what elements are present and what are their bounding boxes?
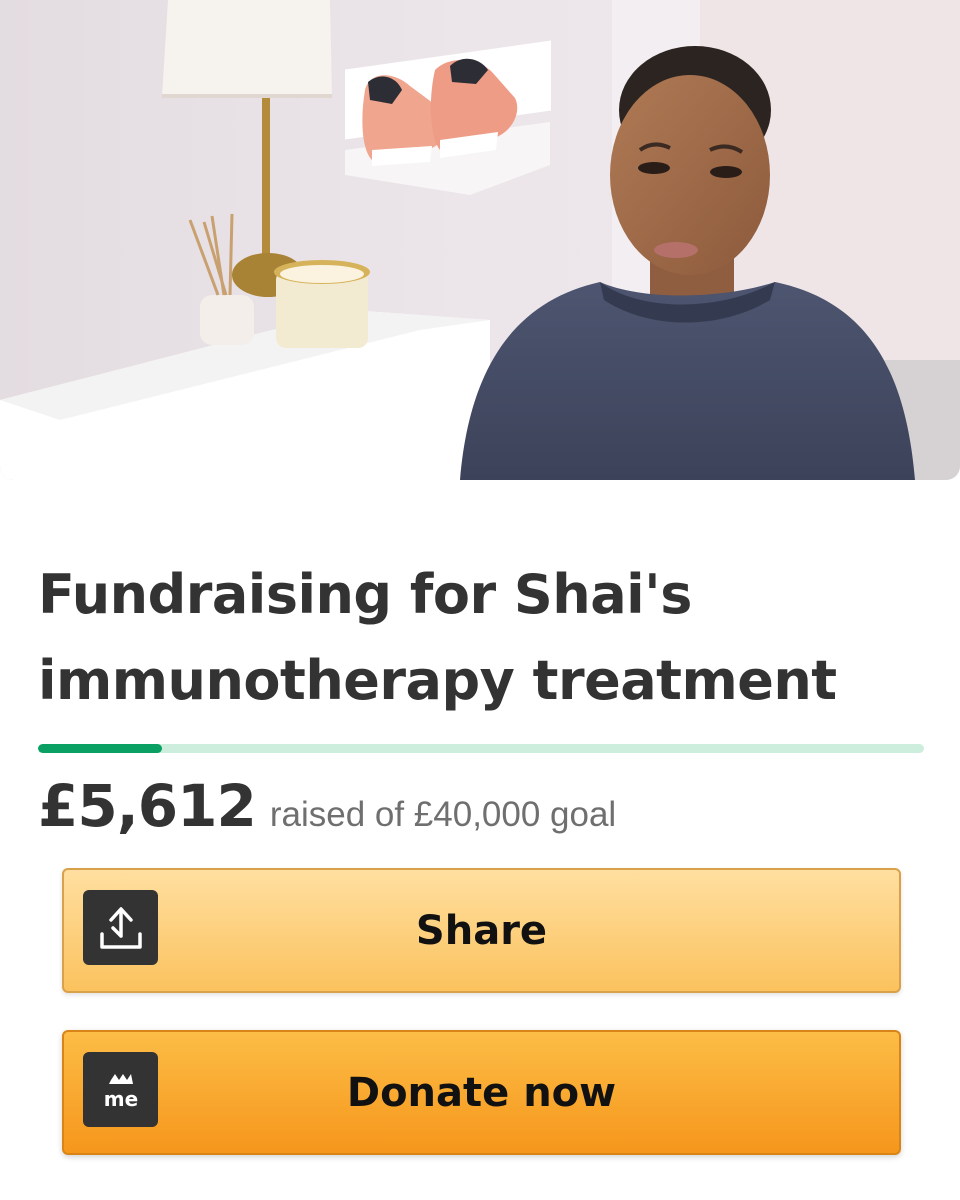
logo-me-text: me <box>103 1087 137 1111</box>
campaign-title-line-2: immunotherapy treatment <box>38 649 837 712</box>
raised-amount: £5,612 <box>38 772 257 840</box>
fundraising-progress-fill <box>38 744 163 753</box>
campaign-title-line-1: Fundraising for Shai's <box>38 563 692 626</box>
fundraising-progress-bar <box>38 744 924 753</box>
campaign-title: Fundraising for Shai's immunotherapy tre… <box>38 552 928 724</box>
share-button-label: Share <box>415 907 548 954</box>
donate-button-label: Donate now <box>346 1069 617 1116</box>
donate-now-button[interactable]: me Donate now <box>62 1030 901 1155</box>
campaign-hero-image <box>0 0 960 480</box>
raised-goal-text: raised of £40,000 goal <box>269 795 617 834</box>
share-upload-icon <box>83 890 158 965</box>
gofundme-logo-icon: me <box>83 1052 158 1127</box>
raised-summary: £5,612 raised of £40,000 goal <box>38 772 616 842</box>
share-button[interactable]: Share <box>62 868 901 993</box>
